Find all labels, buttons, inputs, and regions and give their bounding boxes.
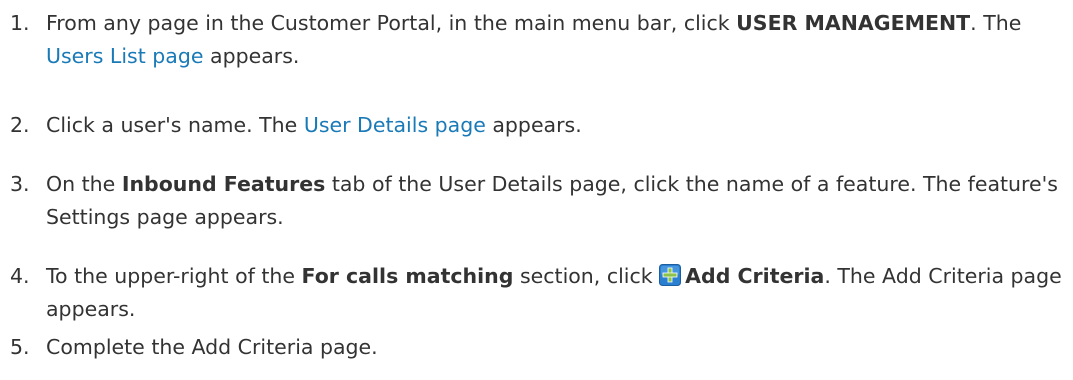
step-number: 4. (10, 264, 30, 288)
step-text: Complete the Add Criteria page. (46, 331, 1066, 364)
step-text-part: appears. (485, 113, 582, 137)
step-text-part: To the upper-right of the (46, 264, 302, 288)
plus-icon (659, 263, 682, 286)
step-text: From any page in the Customer Portal, in… (46, 7, 1066, 73)
step-text-part: From any page in the Customer Portal, in… (46, 11, 737, 35)
step-text: Click a user's name. The User Details pa… (46, 109, 1066, 142)
step-text-part: On the (46, 172, 122, 196)
step-text: On the Inbound Features tab of the User … (46, 168, 1066, 234)
users-list-page-link[interactable]: Users List page (46, 44, 203, 68)
step-text-part: Click a user's name. The (46, 113, 304, 137)
step-number: 1. (10, 11, 30, 35)
button-name-add-criteria: Add Criteria (685, 264, 825, 288)
step-text-part: Complete the Add Criteria page. (46, 335, 378, 359)
step-text-part: section, click (513, 264, 660, 288)
step-number: 5. (10, 335, 30, 359)
section-name-for-calls-matching: For calls matching (301, 264, 514, 288)
step-text-part: . The (970, 11, 1022, 35)
step-number: 3. (10, 172, 30, 196)
step-text: To the upper-right of the For calls matc… (46, 260, 1066, 326)
menu-name-user-management: USER MANAGEMENT (736, 11, 971, 35)
step-number: 2. (10, 113, 30, 137)
step-text-part: appears. (203, 44, 300, 68)
tab-name-inbound-features: Inbound Features (121, 172, 326, 196)
user-details-page-link[interactable]: User Details page (304, 113, 486, 137)
